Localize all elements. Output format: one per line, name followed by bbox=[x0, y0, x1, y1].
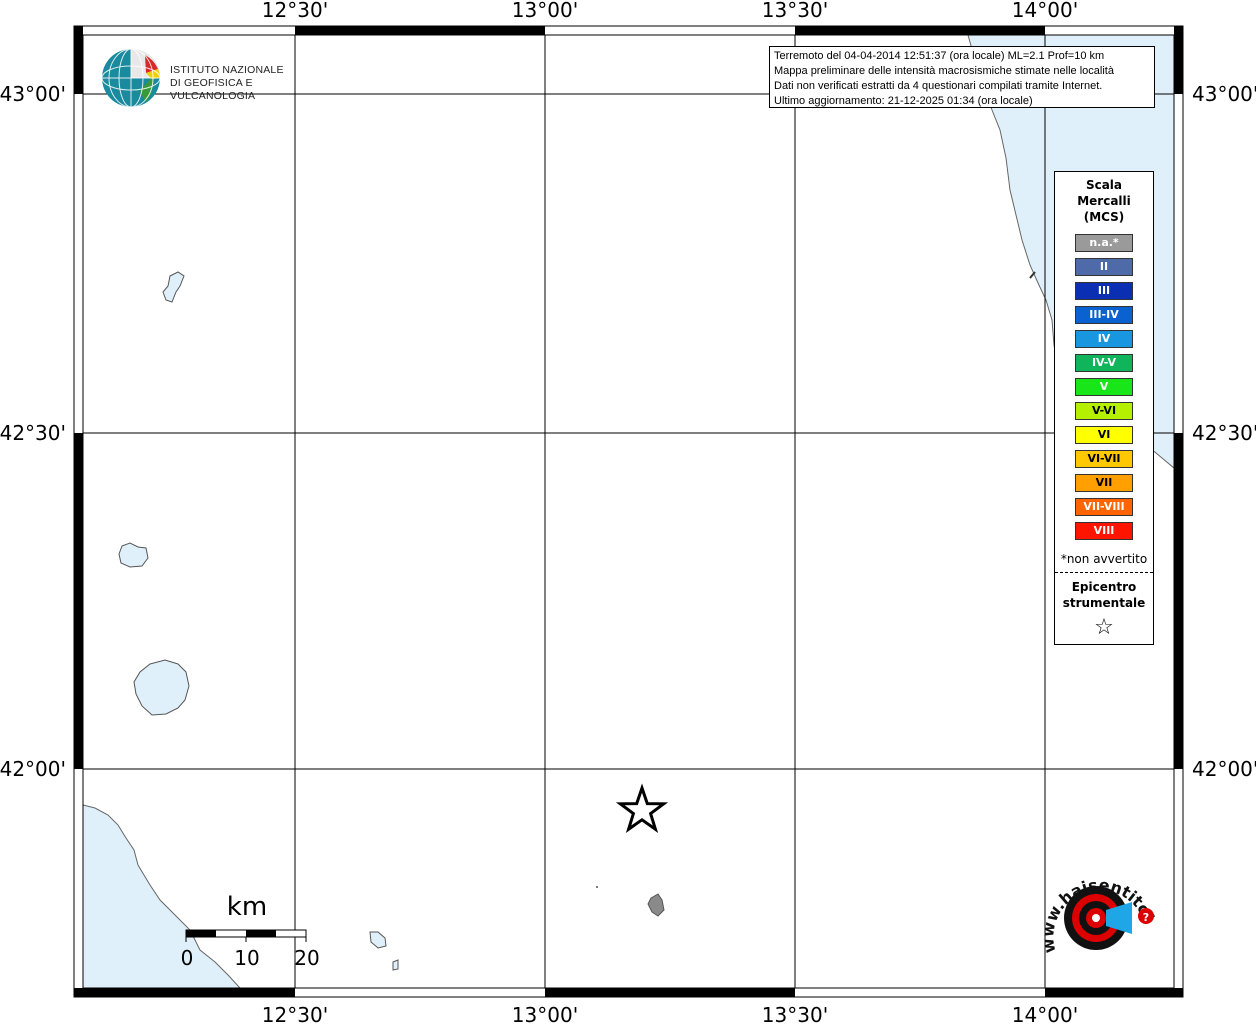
event-info-box: Terremoto del 04-04-2014 12:51:37 (ora l… bbox=[769, 46, 1155, 108]
legend-item-v: V bbox=[1075, 378, 1133, 396]
legend-title-2: Mercalli bbox=[1077, 194, 1131, 208]
right-tick-label: 42°00' bbox=[1192, 757, 1256, 781]
mcs-legend: Scala Mercalli (MCS) n.a.* II III III-IV IV I… bbox=[1054, 171, 1154, 645]
left-tick-label: 42°00' bbox=[0, 757, 66, 781]
legend-item-n-a-: n.a.* bbox=[1075, 234, 1133, 252]
legend-item-vii-viii: VII-VIII bbox=[1075, 498, 1133, 516]
haisentito-logo: www.haisentitoilterremoto.it ? bbox=[1026, 841, 1158, 976]
legend-note: *non avvertito bbox=[1060, 552, 1148, 566]
globe-icon bbox=[101, 48, 161, 108]
legend-star-icon: ☆ bbox=[1094, 615, 1114, 640]
scale-unit: km bbox=[227, 892, 267, 922]
scale-label-0: 0 bbox=[181, 946, 194, 970]
legend-item-v-vi: V-VI bbox=[1075, 402, 1133, 420]
event-title: Terremoto del 04-04-2014 12:51:37 (ora l… bbox=[774, 50, 1105, 62]
ingv-line1: ISTITUTO NAZIONALE bbox=[170, 64, 284, 76]
legend-items: n.a.* II III III-IV IV IV-V V V-VI VI VI-VII VII VI… bbox=[1055, 234, 1153, 540]
scale-label-10: 10 bbox=[234, 946, 259, 970]
legend-item-iii: III bbox=[1075, 282, 1133, 300]
left-tick-label: 42°30' bbox=[0, 421, 66, 445]
islet-dot bbox=[596, 886, 598, 888]
right-tick-label: 42°30' bbox=[1192, 421, 1256, 445]
right-tick-label: 43°00' bbox=[1192, 82, 1256, 106]
legend-item-iv-v: IV-V bbox=[1075, 354, 1133, 372]
bottom-tick-label: 13°00' bbox=[512, 1003, 578, 1024]
bottom-tick-label: 12°30' bbox=[262, 1003, 328, 1024]
legend-item-iv: IV bbox=[1075, 330, 1133, 348]
legend-title: Scala Mercalli (MCS) bbox=[1055, 177, 1153, 225]
top-tick-label: 12°30' bbox=[262, 0, 328, 22]
legend-epi-2: strumentale bbox=[1062, 596, 1146, 610]
legend-divider bbox=[1055, 572, 1153, 573]
svg-text:?: ? bbox=[1143, 911, 1149, 924]
ingv-name: ISTITUTO NAZIONALE DI GEOFISICA E VULCAN… bbox=[170, 64, 320, 103]
legend-title-1: Scala bbox=[1085, 178, 1123, 192]
legend-title-3: (MCS) bbox=[1083, 210, 1125, 224]
top-tick-label: 13°30' bbox=[762, 0, 828, 22]
legend-item-viii: VIII bbox=[1075, 522, 1133, 540]
frame-border-bottom bbox=[74, 988, 1183, 997]
top-tick-label: 13°00' bbox=[512, 0, 578, 22]
event-updated: Ultimo aggiornamento: 21-12-2025 01:34 (… bbox=[774, 95, 1033, 107]
scale-label-20: 20 bbox=[294, 946, 319, 970]
legend-item-vi: VI bbox=[1075, 426, 1133, 444]
top-tick-label: 14°00' bbox=[1012, 0, 1078, 22]
legend-item-vii: VII bbox=[1075, 474, 1133, 492]
event-desc: Mappa preliminare delle intensità macros… bbox=[774, 65, 1114, 77]
legend-item-ii: II bbox=[1075, 258, 1133, 276]
legend-item-iii-iv: III-IV bbox=[1075, 306, 1133, 324]
left-tick-label: 43°00' bbox=[0, 82, 66, 106]
legend-epi-1: Epicentro bbox=[1071, 580, 1137, 594]
event-source: Dati non verificati estratti da 4 questi… bbox=[774, 80, 1103, 92]
bottom-tick-label: 14°00' bbox=[1012, 1003, 1078, 1024]
frame-border-left bbox=[74, 35, 83, 769]
island-tiny bbox=[392, 959, 399, 971]
legend-epicenter-label: Epicentro strumentale bbox=[1055, 579, 1153, 611]
legend-item-vi-vii: VI-VII bbox=[1075, 450, 1133, 468]
ingv-line2: DI GEOFISICA E VULCANOLOGIA bbox=[170, 77, 256, 102]
frame-border-right bbox=[1174, 35, 1183, 769]
frame-border-top bbox=[74, 26, 1183, 35]
ingv-logo: ISTITUTO NAZIONALE DI GEOFISICA E VULCAN… bbox=[100, 47, 320, 109]
bottom-tick-label: 13°30' bbox=[762, 1003, 828, 1024]
